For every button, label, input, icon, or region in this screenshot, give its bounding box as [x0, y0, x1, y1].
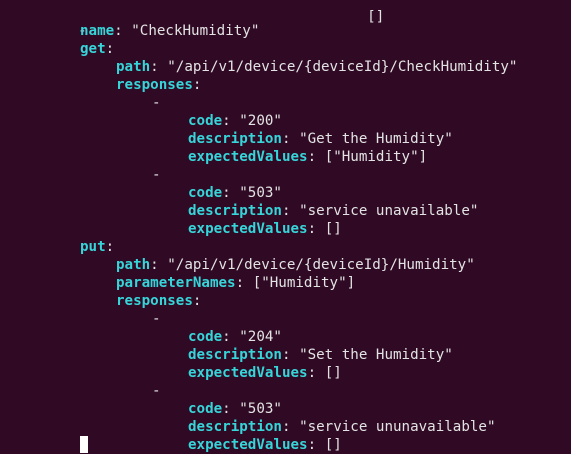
description-value: "Set the Humidity" — [299, 347, 453, 363]
put-line: put: — [80, 239, 115, 255]
get-path-line: path: "/api/v1/device/{deviceId}/CheckHu… — [116, 59, 518, 75]
truncated-line: [] — [333, 0, 384, 25]
put-path-key: path — [116, 257, 151, 273]
name-key: name — [80, 23, 115, 39]
text-cursor[interactable] — [80, 436, 88, 453]
put-responses-key: responses — [116, 293, 193, 309]
description-key: description — [188, 203, 282, 219]
dash-marker: - — [152, 311, 161, 327]
get-response-1-ev-line: expectedValues: ["Humidity"] — [188, 149, 428, 165]
get-response-1-dash: - — [152, 94, 161, 112]
expected-values-value: [] — [324, 437, 342, 453]
get-response-2-code-line: code: "503" — [188, 185, 282, 201]
get-responses-key: responses — [116, 77, 193, 93]
description-key: description — [188, 419, 282, 435]
put-response-1-ev-line: expectedValues: [] — [188, 365, 342, 381]
put-response-2-ev-line: expectedValues: [] — [188, 437, 342, 453]
put-response-1-dash: - — [152, 310, 161, 328]
expected-values-key: expectedValues — [188, 221, 308, 237]
put-response-2-dash: - — [152, 382, 161, 400]
code-value: "503" — [239, 401, 282, 417]
get-response-1-desc-line: description: "Get the Humidity" — [188, 131, 453, 147]
expected-values-key: expectedValues — [188, 365, 308, 381]
get-responses-line: responses: — [116, 77, 202, 93]
expected-values-value: [] — [324, 221, 342, 237]
parameter-names-value: ["Humidity"] — [252, 275, 356, 291]
put-key: put — [80, 239, 106, 255]
put-response-2-desc-line: description: "service ununavailable" — [188, 419, 496, 435]
put-response-1-desc-line: description: "Set the Humidity" — [188, 347, 453, 363]
expected-values-key: expectedValues — [188, 149, 308, 165]
truncated-value: [] — [367, 9, 385, 25]
dash-marker: - — [152, 167, 161, 183]
name-line: name: "CheckHumidity" — [80, 23, 260, 39]
get-response-2-desc-line: description: "service unavailable" — [188, 203, 479, 219]
expected-values-key: expectedValues — [188, 437, 308, 453]
get-line: get: — [80, 41, 115, 57]
code-value: "204" — [239, 329, 282, 345]
expected-values-value: [] — [324, 365, 342, 381]
expected-values-value: ["Humidity"] — [324, 149, 428, 165]
description-value: "service ununavailable" — [299, 419, 496, 435]
get-response-1-code-line: code: "200" — [188, 113, 282, 129]
description-key: description — [188, 347, 282, 363]
code-key: code — [188, 113, 223, 129]
put-response-1-code-line: code: "204" — [188, 329, 282, 345]
dash-marker: - — [152, 383, 161, 399]
get-path-value: "/api/v1/device/{deviceId}/CheckHumidity… — [167, 59, 518, 75]
description-key: description — [188, 131, 282, 147]
code-value: "200" — [239, 113, 282, 129]
code-value: "503" — [239, 185, 282, 201]
put-responses-line: responses: — [116, 293, 202, 309]
put-path-value: "/api/v1/device/{deviceId}/Humidity" — [167, 257, 475, 273]
put-response-2-code-line: code: "503" — [188, 401, 282, 417]
put-path-line: path: "/api/v1/device/{deviceId}/Humidit… — [116, 257, 475, 273]
name-value: "CheckHumidity" — [131, 23, 260, 39]
description-value: "service unavailable" — [299, 203, 479, 219]
code-key: code — [188, 401, 223, 417]
dash-marker: - — [152, 95, 161, 111]
get-response-2-ev-line: expectedValues: [] — [188, 221, 342, 237]
description-value: "Get the Humidity" — [299, 131, 453, 147]
code-key: code — [188, 329, 223, 345]
parameter-names-key: parameterNames — [116, 275, 236, 291]
get-response-2-dash: - — [152, 166, 161, 184]
put-parameter-names-line: parameterNames: ["Humidity"] — [116, 275, 356, 291]
get-path-key: path — [116, 59, 151, 75]
get-key: get — [80, 41, 106, 57]
terminal-window[interactable]: [] - name: "CheckHumidity" get: path: "/… — [0, 0, 571, 454]
code-key: code — [188, 185, 223, 201]
list-item-dash: - — [44, 4, 87, 39]
